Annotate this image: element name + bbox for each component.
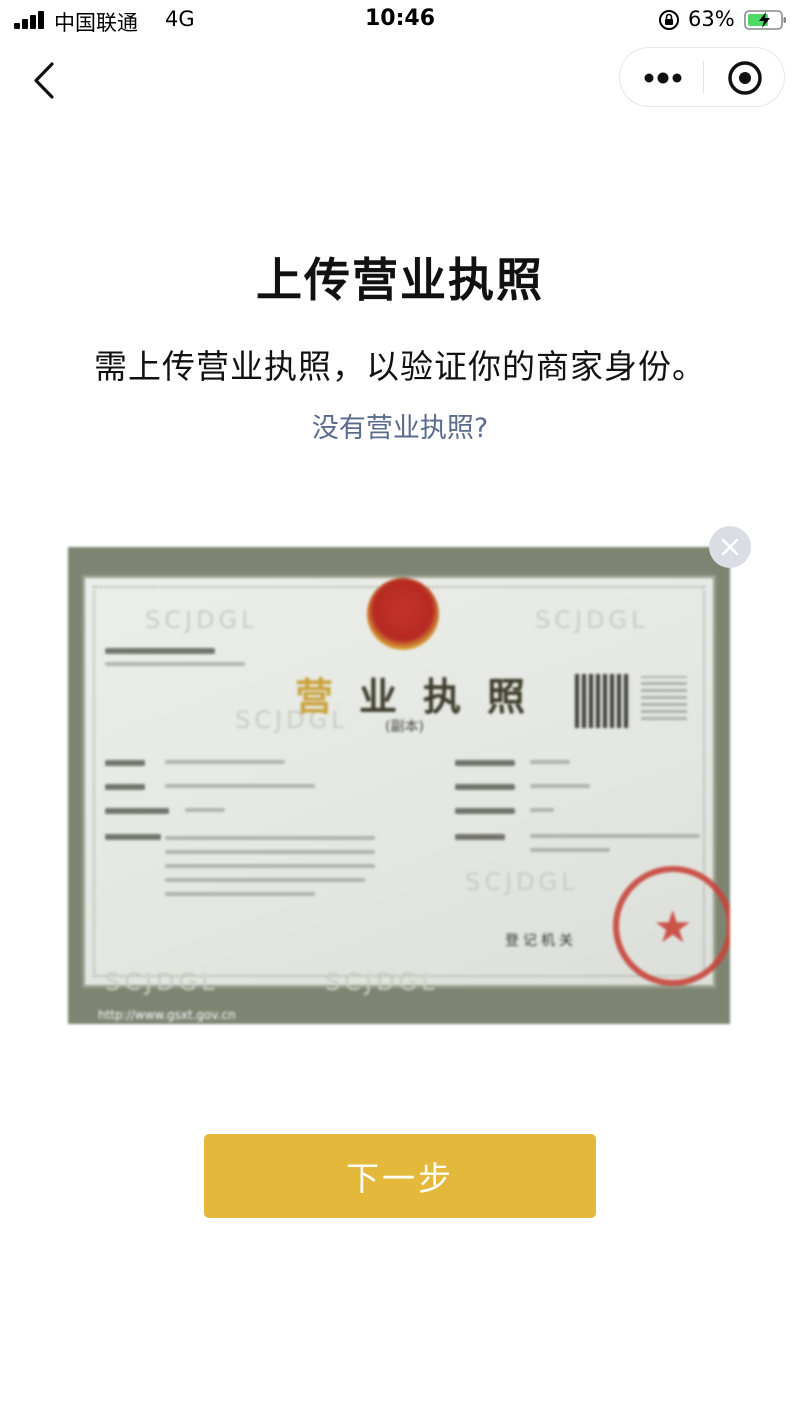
- license-image: SCJDGL SCJDGL SCJDGL SCJDGL SCJDGL SCJDG…: [68, 547, 730, 1024]
- status-time: 10:46: [364, 6, 436, 31]
- next-step-button[interactable]: 下一步: [204, 1134, 596, 1218]
- target-circle-icon: [728, 61, 762, 95]
- chevron-left-icon: [34, 62, 54, 99]
- rotation-lock-icon: [659, 10, 679, 30]
- close-icon: [721, 538, 739, 556]
- battery-percentage: 63%: [688, 7, 735, 31]
- qr-code-icon: [575, 674, 631, 728]
- close-miniprogram-button[interactable]: [705, 48, 785, 106]
- watermark: SCJDGL: [535, 606, 649, 634]
- page-description: 需上传营业执照，以验证你的商家身份。: [94, 347, 706, 386]
- capsule-divider: [703, 61, 704, 93]
- license-cert-subtitle: (副本): [385, 719, 424, 735]
- license-paper: SCJDGL SCJDGL SCJDGL SCJDGL SCJDGL SCJDG…: [82, 575, 730, 996]
- license-cert-title: 营业执照: [295, 675, 552, 719]
- more-button[interactable]: [620, 48, 702, 106]
- page-title: 上传营业执照: [256, 253, 544, 307]
- watermark: SCJDGL: [105, 968, 219, 996]
- miniprogram-capsule: [619, 47, 785, 107]
- watermark: SCJDGL: [325, 968, 439, 996]
- official-seal-icon: ★: [613, 866, 730, 986]
- more-dots-icon: [644, 72, 682, 84]
- back-button[interactable]: [28, 60, 64, 102]
- remove-image-button[interactable]: [709, 526, 751, 568]
- watermark: SCJDGL: [465, 868, 579, 896]
- battery-charging-icon: [744, 10, 786, 30]
- no-license-link[interactable]: 没有营业执照?: [0, 406, 800, 445]
- registration-authority-label: 登记机关: [505, 933, 577, 949]
- status-bar: 中国联通 4G 10:46 63%: [0, 0, 800, 42]
- national-emblem-icon: [367, 578, 439, 650]
- watermark: SCJDGL: [145, 606, 259, 634]
- license-url: http://www.gsxt.gov.cn: [98, 1008, 236, 1022]
